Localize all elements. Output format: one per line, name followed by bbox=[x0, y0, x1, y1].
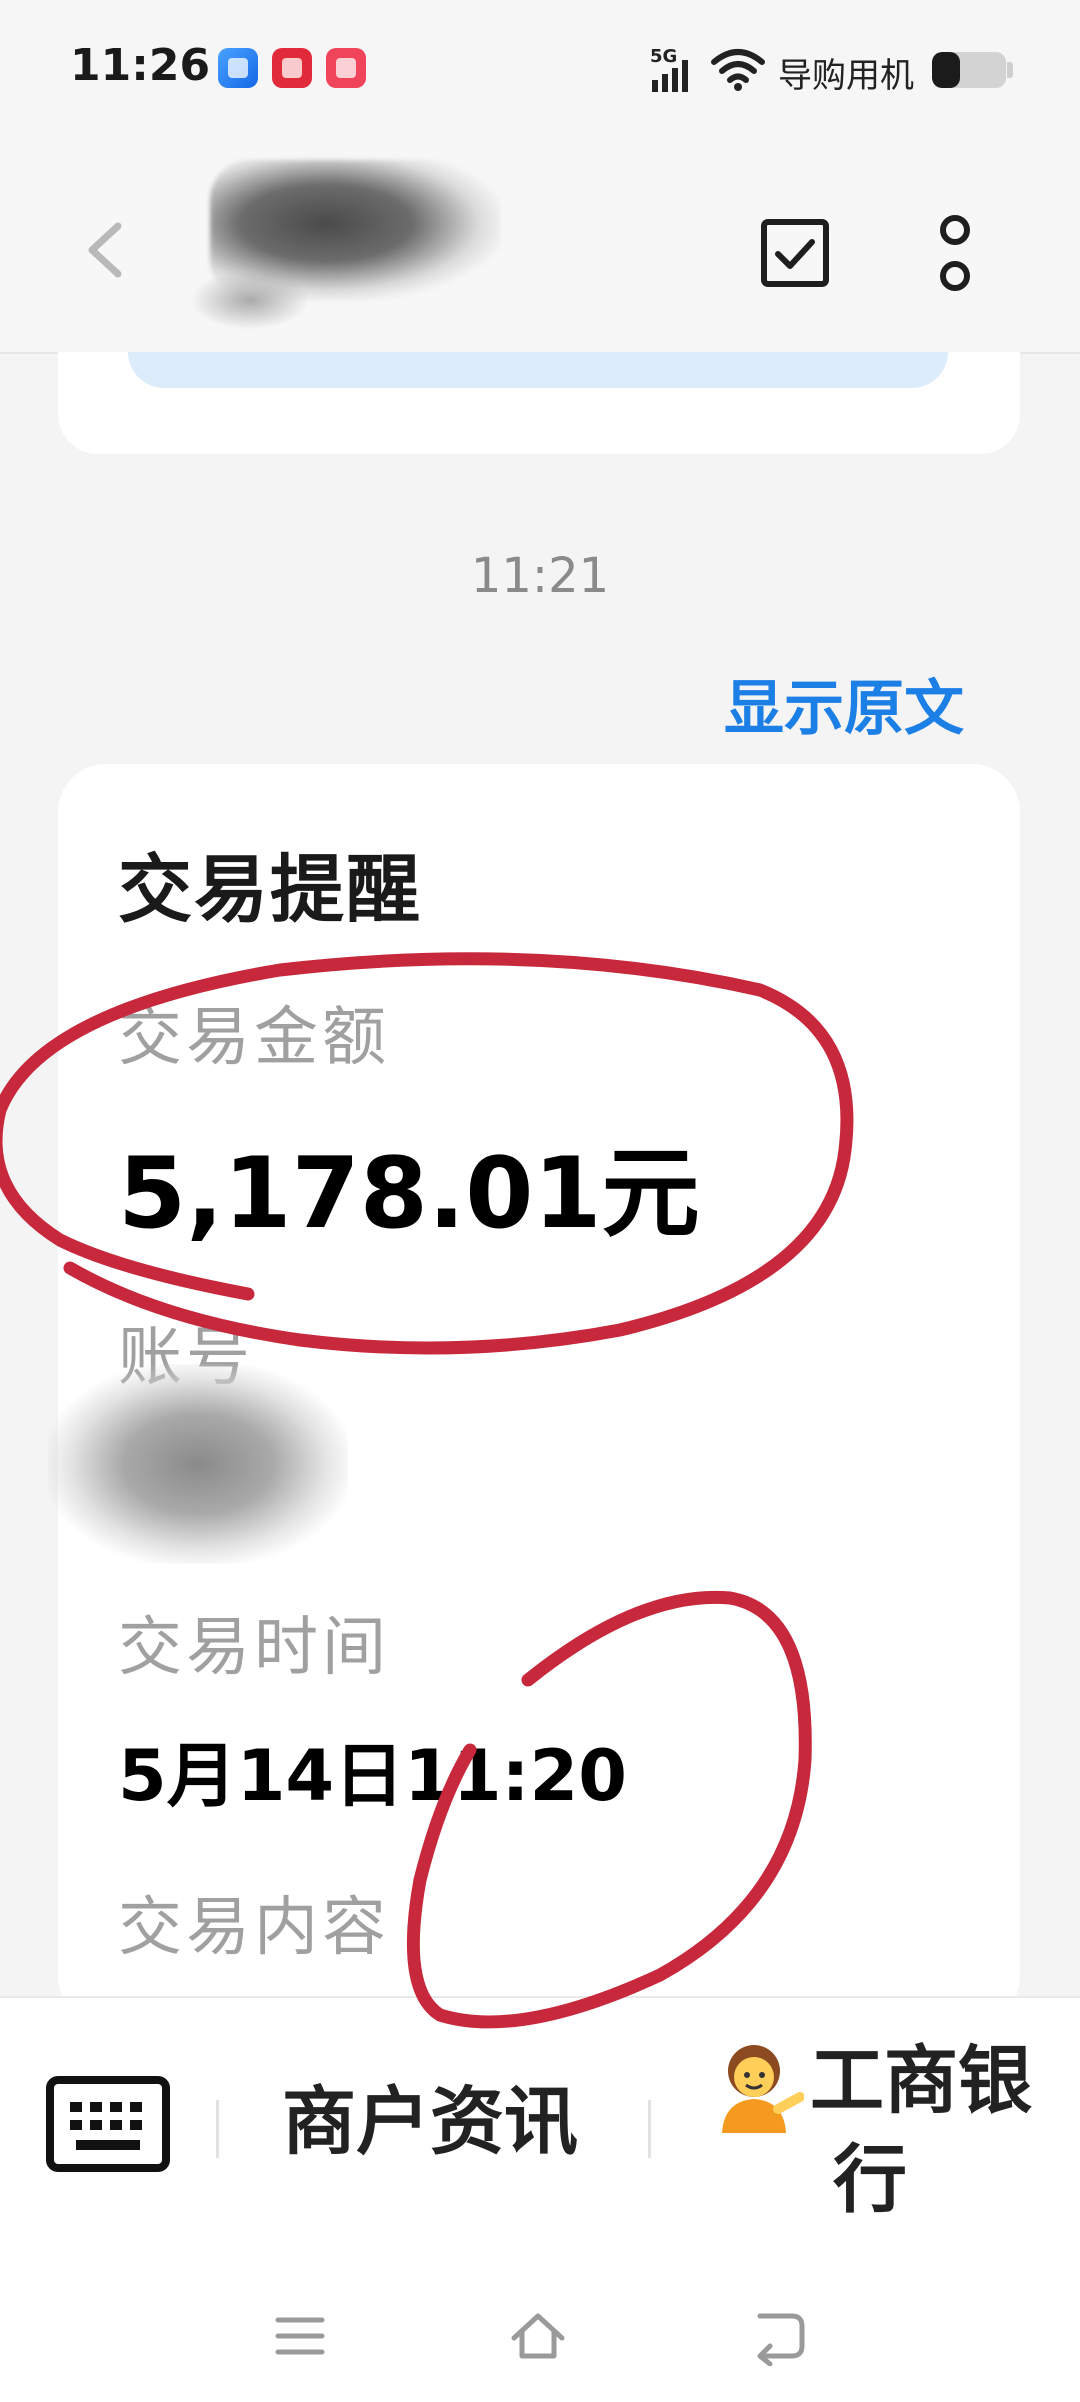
conversation-header bbox=[0, 140, 1080, 354]
battery-tip bbox=[1007, 62, 1013, 78]
bank-name: 工商银行 bbox=[810, 2038, 1032, 2224]
battery-icon bbox=[932, 52, 1006, 88]
blue-app-icon bbox=[218, 48, 258, 88]
more-vertical-icon[interactable] bbox=[930, 210, 980, 300]
checkbox-icon[interactable] bbox=[760, 218, 830, 288]
time-value: 5月14日11:20 bbox=[118, 1735, 627, 1817]
previous-message-card bbox=[58, 352, 1020, 454]
redacted-sender-number bbox=[190, 270, 310, 330]
wifi-icon bbox=[711, 49, 765, 91]
card-title: 交易提醒 bbox=[118, 847, 422, 933]
keyboard-icon[interactable] bbox=[46, 2076, 170, 2172]
pink-app-icon bbox=[326, 48, 366, 88]
show-original-link[interactable]: 显示原文 bbox=[724, 660, 964, 747]
network-label: 5G bbox=[650, 46, 677, 67]
redacted-account-number bbox=[48, 1364, 348, 1564]
battery-level bbox=[932, 52, 961, 88]
status-bar: 11:26 5G 导购用机 bbox=[0, 0, 1080, 140]
red-app-icon bbox=[272, 48, 312, 88]
time-label: 交易时间 bbox=[118, 1611, 390, 1685]
home-icon[interactable] bbox=[508, 2306, 568, 2366]
person-tipping-hand-icon bbox=[722, 2045, 804, 2134]
message-timestamp: 11:21 bbox=[470, 548, 610, 604]
merchant-info-button[interactable]: 商户资讯 bbox=[220, 2062, 640, 2169]
amount-value: 5,178.01元 bbox=[118, 1137, 700, 1251]
amount-label: 交易金额 bbox=[118, 1001, 390, 1075]
carrier-label: 导购用机 bbox=[778, 56, 914, 96]
transaction-card: 交易提醒 交易金额 5,178.01元 账号 交易时间 5月14日11:20 交… bbox=[48, 764, 1020, 2024]
content-label: 交易内容 bbox=[118, 1891, 390, 1965]
divider bbox=[216, 2100, 219, 2158]
chevron-left-icon[interactable] bbox=[80, 220, 130, 280]
status-time: 11:26 bbox=[70, 40, 211, 91]
signal-icon: 5G bbox=[650, 46, 688, 92]
menu-icon[interactable] bbox=[270, 2306, 330, 2366]
previous-message-button[interactable] bbox=[128, 352, 948, 388]
divider bbox=[648, 2100, 651, 2158]
back-icon[interactable] bbox=[750, 2306, 810, 2366]
bank-menu-button[interactable]: 工商银行 bbox=[680, 2034, 1060, 2227]
